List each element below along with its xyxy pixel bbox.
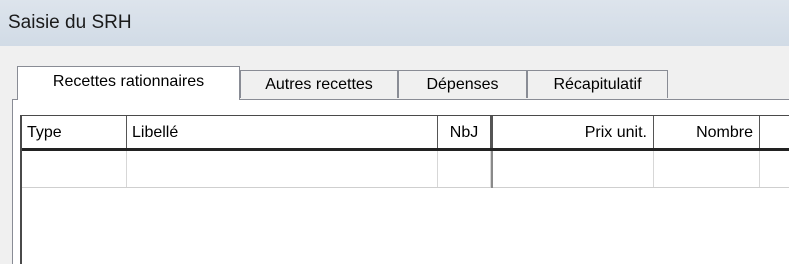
cell-type[interactable] <box>22 151 127 187</box>
cell-nbj[interactable] <box>438 151 491 187</box>
column-separator <box>491 151 493 188</box>
column-header-extra[interactable] <box>760 116 789 148</box>
column-header-type[interactable]: Type <box>22 116 127 148</box>
window-title: Saisie du SRH <box>8 12 132 33</box>
title-bar: Saisie du SRH <box>0 0 789 46</box>
column-header-prix-unit[interactable]: Prix unit. <box>491 116 654 148</box>
table-row[interactable] <box>22 151 789 188</box>
cell-nombre[interactable] <box>654 151 760 187</box>
tab-recettes-rationnaires[interactable]: Recettes rationnaires <box>17 66 240 100</box>
tab-recapitulatif[interactable]: Récapitulatif <box>527 70 668 98</box>
grid-header: Type Libellé NbJ Prix unit. Nombre <box>22 116 789 151</box>
cell-libelle[interactable] <box>127 151 438 187</box>
cell-prix-unit[interactable] <box>493 151 654 187</box>
cell-extra[interactable] <box>760 151 789 187</box>
column-header-libelle[interactable]: Libellé <box>127 116 438 148</box>
column-header-nbj[interactable]: NbJ <box>438 116 491 148</box>
tab-depenses[interactable]: Dépenses <box>398 70 527 98</box>
data-grid[interactable]: Type Libellé NbJ Prix unit. Nombre <box>20 115 789 264</box>
tab-autres-recettes[interactable]: Autres recettes <box>240 70 398 98</box>
column-header-nombre[interactable]: Nombre <box>654 116 760 148</box>
